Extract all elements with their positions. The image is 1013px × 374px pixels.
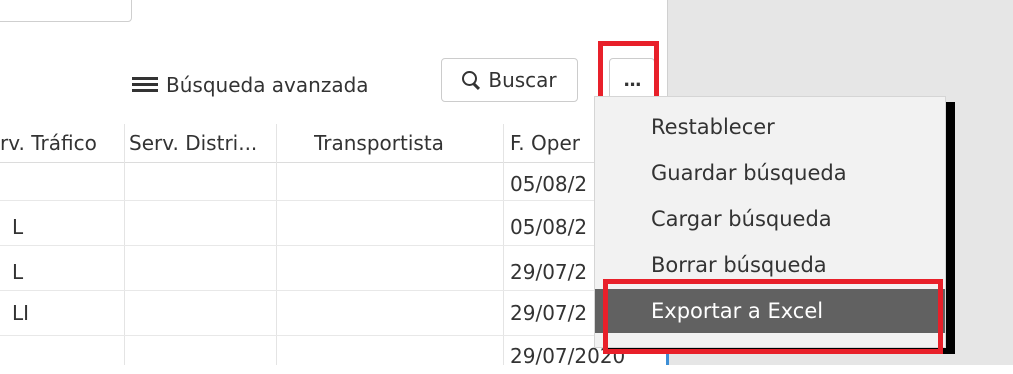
- advanced-search-link[interactable]: Búsqueda avanzada: [132, 70, 369, 100]
- search-icon: [462, 71, 480, 89]
- advanced-search-label: Búsqueda avanzada: [166, 73, 369, 97]
- table-cell-serv-trafico: LI: [12, 301, 30, 325]
- row-divider: [0, 290, 668, 291]
- highlight-more-button: [598, 41, 659, 103]
- search-button[interactable]: Buscar: [441, 58, 578, 102]
- column-header-serv-trafico[interactable]: rv. Tráfico: [0, 124, 124, 162]
- menu-item-guardar-busqueda[interactable]: Guardar búsqueda: [595, 151, 945, 195]
- table-cell-f-oper: 05/08/2: [510, 172, 588, 196]
- menu-item-cargar-busqueda[interactable]: Cargar búsqueda: [595, 197, 945, 241]
- search-button-label: Buscar: [488, 68, 557, 92]
- menu-item-restablecer[interactable]: Restablecer: [595, 105, 945, 149]
- table-cell-serv-trafico: L: [12, 215, 24, 239]
- highlight-export-item: [603, 279, 943, 354]
- table-cell-f-oper: 05/08/2: [510, 215, 588, 239]
- table-cell-f-oper: 29/07/2: [510, 301, 588, 325]
- top-input-box[interactable]: [0, 0, 132, 22]
- row-divider: [0, 245, 668, 246]
- list-icon: [132, 76, 158, 94]
- column-header-serv-distri[interactable]: Serv. Distri...: [129, 124, 275, 162]
- table-cell-f-oper: 29/07/2: [510, 260, 588, 284]
- table-cell-serv-trafico: L: [12, 260, 24, 284]
- column-header-f-oper[interactable]: F. Oper: [510, 124, 600, 162]
- grid-header: rv. Tráfico Serv. Distri... Transportist…: [0, 124, 668, 163]
- column-header-transportista[interactable]: Transportista: [314, 124, 484, 162]
- row-divider: [0, 335, 668, 336]
